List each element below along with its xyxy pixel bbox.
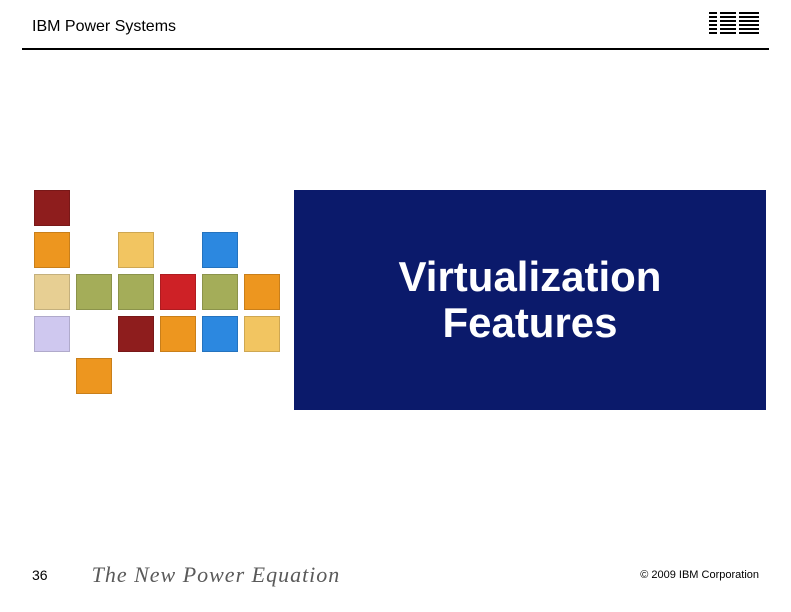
footer-left: 36 The New Power Equation bbox=[32, 562, 340, 588]
mosaic-square bbox=[244, 316, 280, 352]
mosaic-empty bbox=[76, 316, 112, 352]
slide: IBM Power Systems bbox=[0, 0, 791, 612]
mosaic-empty bbox=[76, 232, 112, 268]
mosaic-empty bbox=[76, 190, 112, 226]
tagline-text: The New Power Equation bbox=[92, 562, 341, 587]
ibm-logo-b bbox=[720, 12, 736, 34]
slide-title: Virtualization Features bbox=[399, 254, 662, 346]
mosaic-square bbox=[34, 274, 70, 310]
mosaic-square bbox=[118, 316, 154, 352]
mosaic-square bbox=[76, 274, 112, 310]
mosaic-square bbox=[34, 316, 70, 352]
mosaic-empty bbox=[160, 190, 196, 226]
mosaic-square bbox=[244, 274, 280, 310]
mosaic-empty bbox=[160, 358, 196, 394]
mosaic-square bbox=[160, 316, 196, 352]
mosaic-empty bbox=[202, 358, 238, 394]
mosaic-row bbox=[34, 316, 314, 352]
mosaic-empty bbox=[244, 358, 280, 394]
mosaic-empty bbox=[118, 190, 154, 226]
mosaic-graphic bbox=[34, 190, 314, 410]
mosaic-empty bbox=[118, 358, 154, 394]
mosaic-empty bbox=[202, 190, 238, 226]
mosaic-square bbox=[202, 274, 238, 310]
page-number: 36 bbox=[32, 567, 48, 583]
ibm-logo-i bbox=[709, 12, 717, 34]
mosaic-square bbox=[118, 232, 154, 268]
mosaic-square bbox=[202, 232, 238, 268]
copyright: © 2009 IBM Corporation bbox=[640, 569, 759, 581]
mosaic-row bbox=[34, 358, 314, 394]
mosaic-square bbox=[34, 232, 70, 268]
mosaic-empty bbox=[244, 190, 280, 226]
mosaic-row bbox=[34, 274, 314, 310]
ibm-logo-icon bbox=[709, 12, 759, 34]
mosaic-square bbox=[202, 316, 238, 352]
mosaic-square bbox=[34, 190, 70, 226]
tagline: The New Power Equation bbox=[92, 562, 341, 588]
header-title: IBM Power Systems bbox=[32, 18, 759, 36]
mosaic-square bbox=[118, 274, 154, 310]
mosaic-square bbox=[160, 274, 196, 310]
mosaic-row bbox=[34, 232, 314, 268]
ibm-logo-m bbox=[739, 12, 759, 34]
footer: 36 The New Power Equation © 2009 IBM Cor… bbox=[32, 560, 759, 590]
mosaic-empty bbox=[160, 232, 196, 268]
header: IBM Power Systems bbox=[32, 18, 759, 48]
mosaic-square bbox=[76, 358, 112, 394]
mosaic-empty bbox=[244, 232, 280, 268]
mosaic-row bbox=[34, 190, 314, 226]
title-box: Virtualization Features bbox=[294, 190, 766, 410]
header-divider bbox=[22, 48, 769, 50]
mosaic-empty bbox=[34, 358, 70, 394]
